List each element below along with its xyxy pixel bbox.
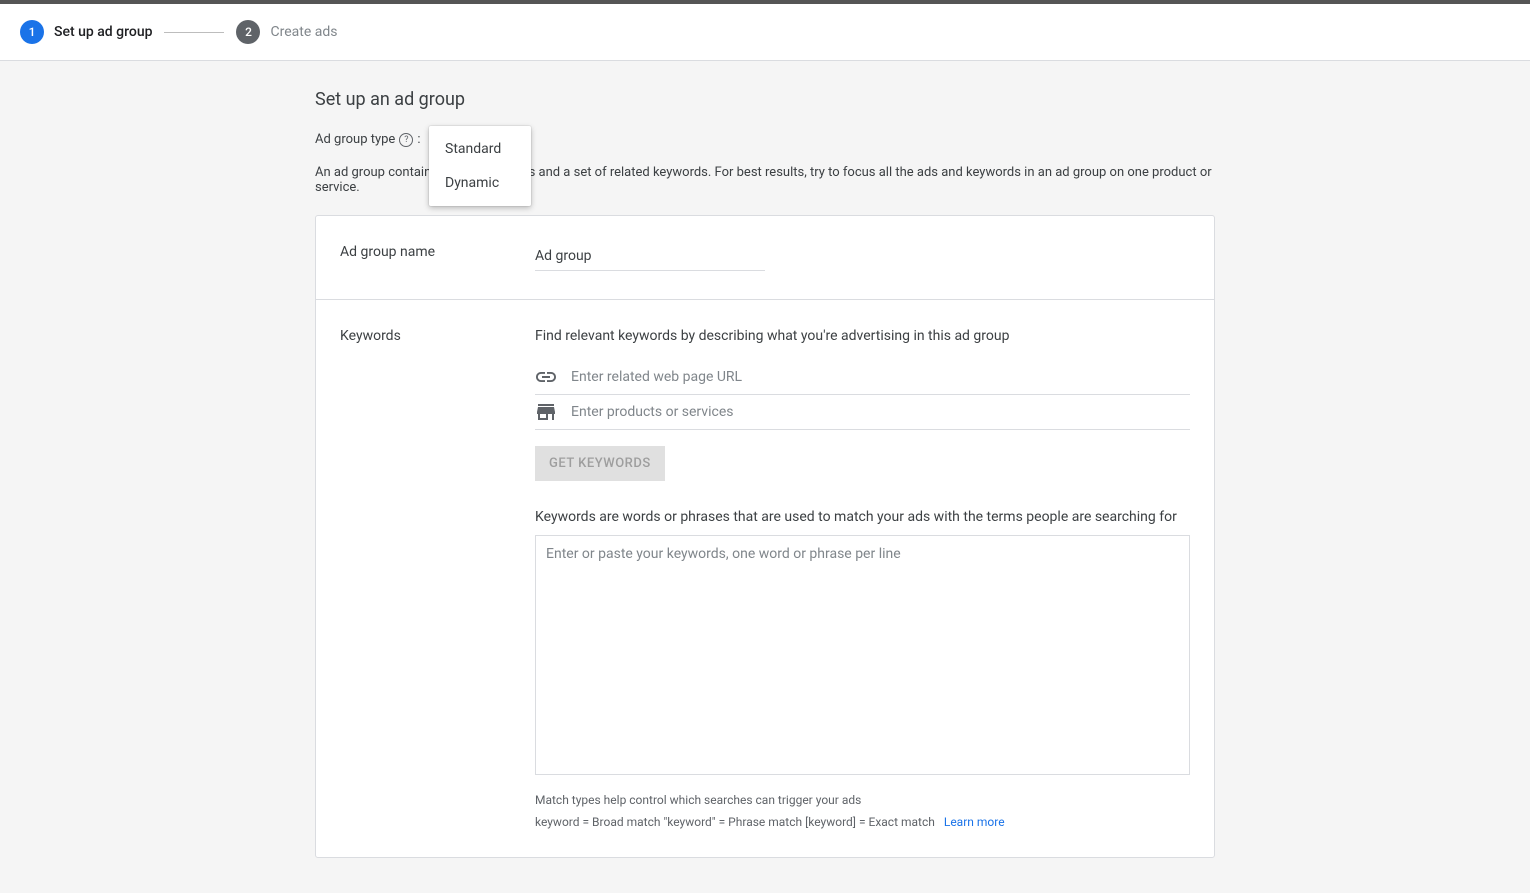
match-help-1: Match types help control which searches … — [535, 793, 1190, 807]
step-1[interactable]: 1 Set up ad group — [20, 20, 152, 44]
step-2-circle: 2 — [236, 20, 260, 44]
content-wrap: Set up an ad group Ad group type ? : Sta… — [315, 61, 1215, 858]
section-keywords: Keywords Find relevant keywords by descr… — [316, 299, 1214, 857]
step-1-label: Set up ad group — [54, 24, 152, 40]
step-2-label: Create ads — [270, 24, 337, 40]
step-divider — [164, 32, 224, 33]
adgroup-card: Ad group name Keywords Find relevant key… — [315, 215, 1215, 858]
get-keywords-button[interactable]: GET KEYWORDS — [535, 446, 665, 481]
stepper-bar: 1 Set up ad group 2 Create ads — [0, 4, 1530, 61]
store-icon — [535, 403, 557, 421]
products-input-row — [535, 395, 1190, 430]
adgroup-type-colon: : — [417, 132, 420, 147]
products-input[interactable] — [571, 404, 1190, 420]
adgroup-name-input[interactable] — [535, 244, 765, 271]
match-help-2-text: keyword = Broad match "keyword" = Phrase… — [535, 815, 935, 829]
adgroup-type-label: Ad group type — [315, 132, 395, 147]
dropdown-option-standard[interactable]: Standard — [429, 132, 531, 166]
section-adgroup-name: Ad group name — [316, 216, 1214, 299]
keywords-desc: Find relevant keywords by describing wha… — [535, 328, 1190, 344]
keywords-subdesc: Keywords are words or phrases that are u… — [535, 509, 1190, 525]
adgroup-type-dropdown: Standard Dynamic — [429, 126, 531, 206]
dropdown-option-dynamic[interactable]: Dynamic — [429, 166, 531, 200]
url-input-row — [535, 360, 1190, 395]
keywords-label: Keywords — [340, 328, 535, 829]
adgroup-type-row: Ad group type ? : Standard Dynamic — [315, 132, 1215, 147]
link-icon — [535, 368, 557, 386]
keywords-textarea[interactable] — [535, 535, 1190, 775]
adgroup-name-label: Ad group name — [340, 244, 535, 271]
page-title: Set up an ad group — [315, 89, 1215, 110]
step-1-circle: 1 — [20, 20, 44, 44]
learn-more-link[interactable]: Learn more — [944, 815, 1005, 829]
url-input[interactable] — [571, 369, 1190, 385]
help-icon[interactable]: ? — [399, 133, 413, 147]
step-2[interactable]: 2 Create ads — [236, 20, 337, 44]
match-help-2: keyword = Broad match "keyword" = Phrase… — [535, 815, 1190, 829]
